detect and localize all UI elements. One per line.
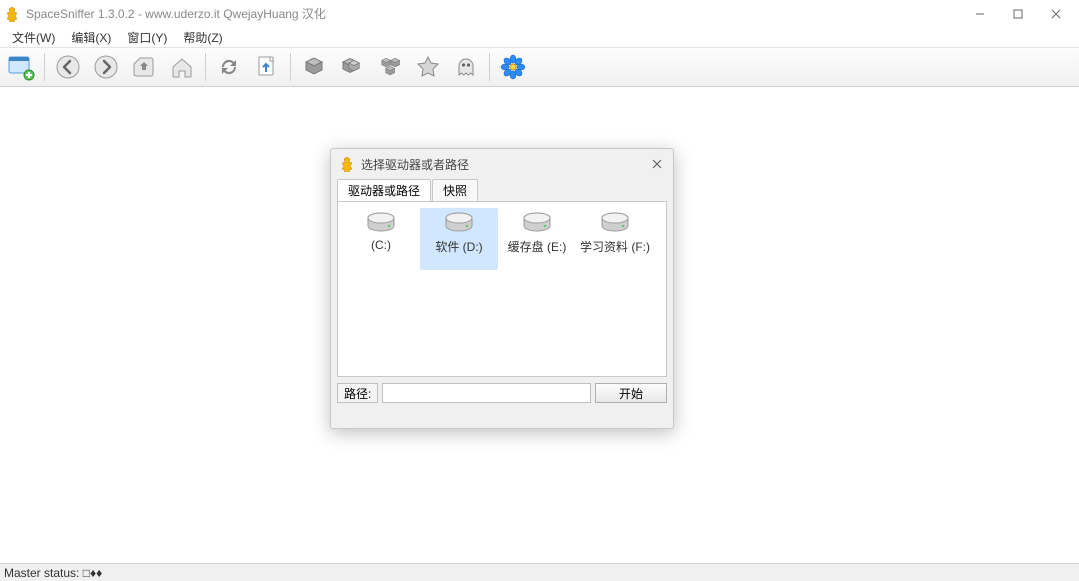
blocks-button[interactable]: [373, 50, 407, 84]
tab-drives[interactable]: 驱动器或路径: [337, 179, 431, 201]
forward-button[interactable]: [89, 50, 123, 84]
minimize-button[interactable]: [961, 3, 999, 25]
star-button[interactable]: [411, 50, 445, 84]
drive-item-c[interactable]: (C:): [342, 208, 420, 270]
window-controls: [961, 3, 1075, 25]
toolbar: [0, 47, 1079, 87]
detail-less-button[interactable]: [297, 50, 331, 84]
dialog-close-button[interactable]: [649, 156, 665, 172]
home-button[interactable]: [165, 50, 199, 84]
app-icon: [4, 6, 20, 22]
path-label: 路径:: [337, 383, 378, 403]
menu-edit[interactable]: 编辑(X): [63, 27, 119, 48]
new-scan-button[interactable]: [4, 50, 38, 84]
menu-help[interactable]: 帮助(Z): [175, 27, 230, 48]
dialog-tabs: 驱动器或路径 快照: [331, 179, 673, 201]
drive-label: 缓存盘 (E:): [508, 238, 567, 255]
drive-label: 软件 (D:): [435, 238, 482, 255]
tab-snapshot[interactable]: 快照: [432, 179, 478, 201]
app-title: SpaceSniffer 1.3.0.2 - www.uderzo.it Qwe…: [26, 5, 961, 22]
hard-drive-icon: [366, 212, 396, 234]
dialog-app-icon: [339, 156, 355, 172]
drive-label: (C:): [371, 238, 391, 252]
menu-file[interactable]: 文件(W): [4, 27, 63, 48]
path-input[interactable]: [382, 383, 591, 403]
dialog-titlebar: 选择驱动器或者路径: [331, 149, 673, 179]
dialog-title: 选择驱动器或者路径: [361, 156, 469, 173]
menu-window[interactable]: 窗口(Y): [119, 27, 175, 48]
hard-drive-icon: [522, 212, 552, 234]
back-button[interactable]: [51, 50, 85, 84]
maximize-button[interactable]: [999, 3, 1037, 25]
settings-flower-button[interactable]: [496, 50, 530, 84]
statusbar: Master status: □♦♦: [0, 563, 1079, 581]
hard-drive-icon: [600, 212, 630, 234]
dialog-footer: 路径: 开始: [331, 377, 673, 409]
drive-item-d[interactable]: 软件 (D:): [420, 208, 498, 270]
start-button[interactable]: 开始: [595, 383, 667, 403]
menubar: 文件(W) 编辑(X) 窗口(Y) 帮助(Z): [0, 27, 1079, 47]
export-button[interactable]: [250, 50, 284, 84]
hard-drive-icon: [444, 212, 474, 234]
ghost-button[interactable]: [449, 50, 483, 84]
titlebar: SpaceSniffer 1.3.0.2 - www.uderzo.it Qwe…: [0, 0, 1079, 27]
status-text: Master status: □♦♦: [4, 566, 102, 580]
detail-more-button[interactable]: [335, 50, 369, 84]
level-up-button[interactable]: [127, 50, 161, 84]
drive-label: 学习资料 (F:): [580, 238, 650, 255]
drive-item-e[interactable]: 缓存盘 (E:): [498, 208, 576, 270]
close-button[interactable]: [1037, 3, 1075, 25]
drive-item-f[interactable]: 学习资料 (F:): [576, 208, 654, 270]
drive-list: (C:) 软件 (D:) 缓存盘 (E:) 学习资料 (F:): [337, 201, 667, 377]
select-path-dialog: 选择驱动器或者路径 驱动器或路径 快照 (C:) 软件 (D:) 缓存盘 (E:…: [330, 148, 674, 429]
refresh-button[interactable]: [212, 50, 246, 84]
